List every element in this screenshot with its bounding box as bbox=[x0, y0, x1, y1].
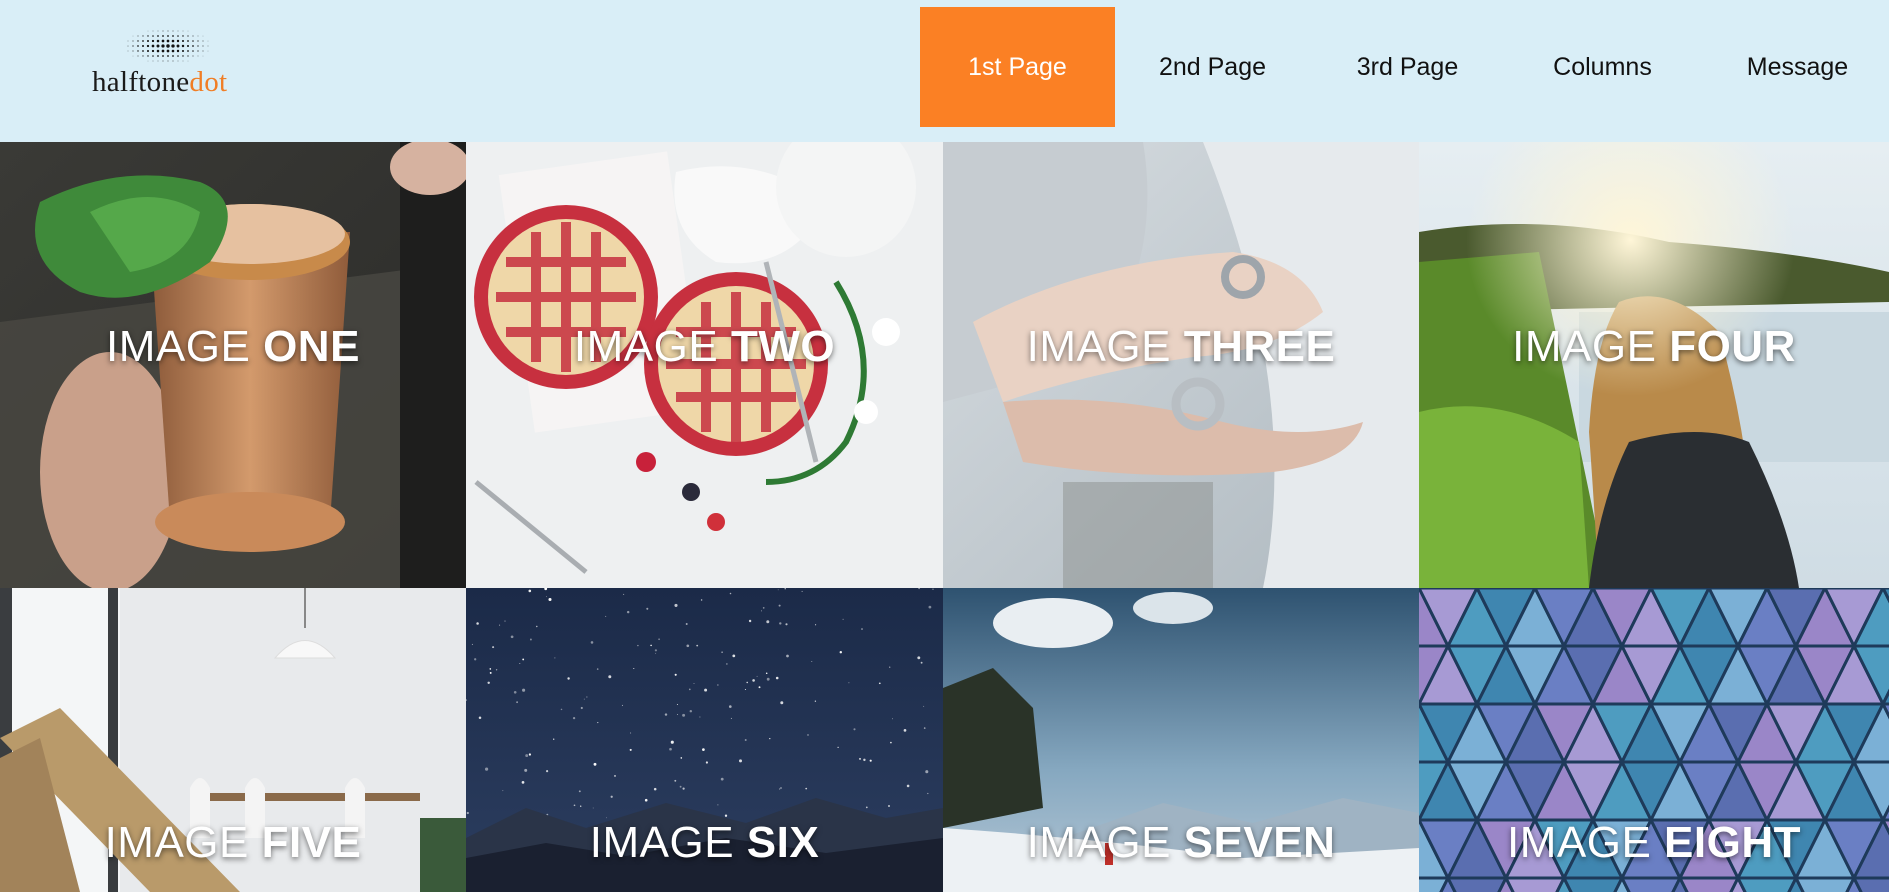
tile-caption-two: IMAGE TWO bbox=[466, 322, 943, 372]
tile-caption-one: IMAGE ONE bbox=[0, 322, 466, 372]
caption-prefix: IMAGE bbox=[573, 322, 719, 371]
caption-prefix: IMAGE bbox=[104, 818, 249, 867]
caption-prefix: IMAGE bbox=[1512, 322, 1657, 371]
site-header: halftonedot 1st Page 2nd Page 3rd Page C… bbox=[0, 0, 1889, 142]
gallery-tile-six[interactable]: IMAGE SIX bbox=[466, 588, 943, 892]
gallery-tile-one[interactable]: IMAGE ONE bbox=[0, 142, 466, 588]
main-nav: 1st Page 2nd Page 3rd Page Columns Messa… bbox=[920, 7, 1889, 127]
gallery-tile-three[interactable]: IMAGE THREE bbox=[943, 142, 1419, 588]
nav-item-columns[interactable]: Columns bbox=[1505, 7, 1700, 127]
caption-prefix: IMAGE bbox=[1026, 818, 1171, 867]
gallery-tile-eight[interactable]: IMAGE EIGHT bbox=[1419, 588, 1889, 892]
gallery-tile-five[interactable]: IMAGE FIVE bbox=[0, 588, 466, 892]
tile-caption-eight: IMAGE EIGHT bbox=[1419, 818, 1889, 868]
nav-item-3rd-page[interactable]: 3rd Page bbox=[1310, 7, 1505, 127]
gallery-tile-two[interactable]: IMAGE TWO bbox=[466, 142, 943, 588]
tile-caption-three: IMAGE THREE bbox=[943, 322, 1419, 372]
caption-prefix: IMAGE bbox=[589, 818, 735, 867]
logo-text-main: halftone bbox=[92, 66, 190, 98]
halftonedot-logo[interactable]: halftonedot bbox=[92, 22, 268, 98]
caption-word: SIX bbox=[746, 818, 820, 867]
caption-prefix: IMAGE bbox=[1026, 322, 1171, 371]
caption-prefix: IMAGE bbox=[1507, 818, 1652, 867]
nav-item-2nd-page[interactable]: 2nd Page bbox=[1115, 7, 1310, 127]
caption-prefix: IMAGE bbox=[106, 322, 251, 371]
gallery-tile-four[interactable]: IMAGE FOUR bbox=[1419, 142, 1889, 588]
image-gallery: IMAGE ONE IMAGE TWO IMAGE THREE IMAGE FO… bbox=[0, 142, 1889, 892]
caption-word: THREE bbox=[1183, 322, 1336, 371]
gallery-tile-seven[interactable]: IMAGE SEVEN bbox=[943, 588, 1419, 892]
tile-caption-seven: IMAGE SEVEN bbox=[943, 818, 1419, 868]
halftone-dots-icon bbox=[127, 30, 209, 62]
tile-caption-four: IMAGE FOUR bbox=[1419, 322, 1889, 372]
caption-word: TWO bbox=[730, 322, 836, 371]
tile-caption-six: IMAGE SIX bbox=[466, 818, 943, 868]
tile-caption-five: IMAGE FIVE bbox=[0, 818, 466, 868]
caption-word: ONE bbox=[263, 322, 360, 371]
caption-word: FOUR bbox=[1669, 322, 1796, 371]
caption-word: FIVE bbox=[261, 818, 362, 867]
nav-item-1st-page[interactable]: 1st Page bbox=[920, 7, 1115, 127]
logo-text-accent: dot bbox=[189, 66, 228, 98]
caption-word: SEVEN bbox=[1183, 818, 1336, 867]
nav-item-message[interactable]: Message bbox=[1700, 7, 1889, 127]
logo-wordmark: halftonedot bbox=[92, 66, 227, 99]
caption-word: EIGHT bbox=[1664, 818, 1801, 867]
